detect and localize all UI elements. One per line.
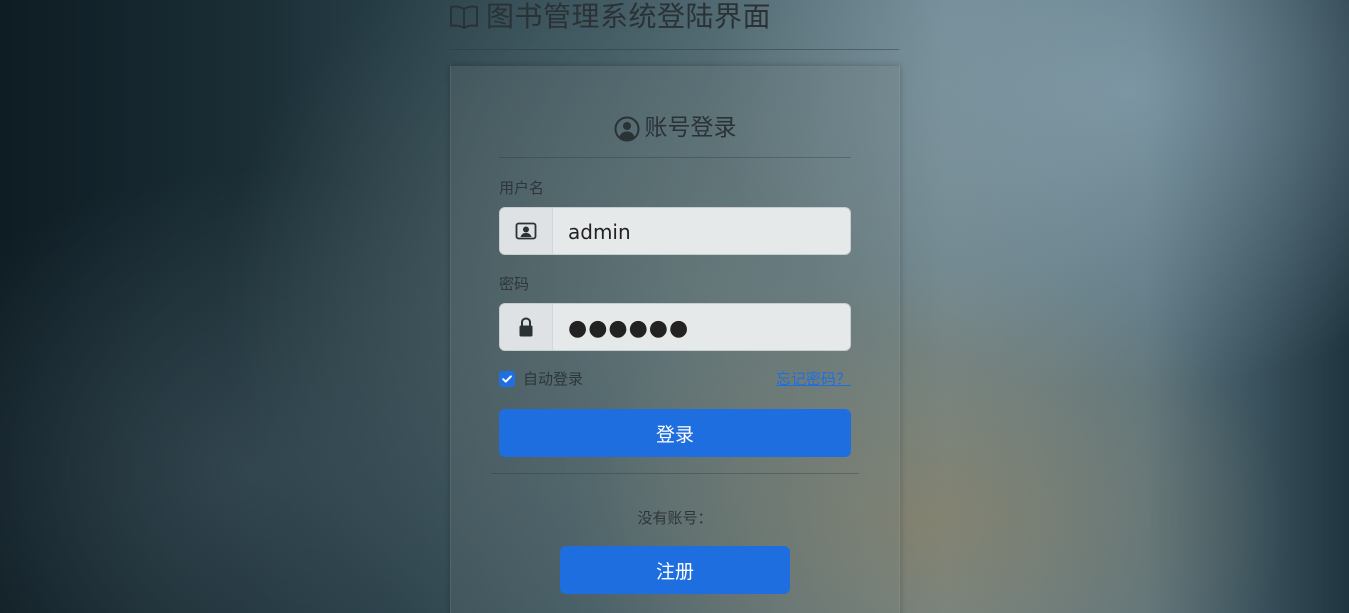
lock-icon xyxy=(519,317,533,337)
login-heading-text: 账号登录 xyxy=(644,115,737,141)
username-addon xyxy=(500,208,553,254)
password-input[interactable] xyxy=(553,304,850,350)
header: 图书管理系统登陆界面 xyxy=(449,0,899,50)
username-input-group xyxy=(499,207,851,255)
password-label: 密码 xyxy=(499,275,530,293)
password-input-group xyxy=(499,303,851,351)
no-account-text: 没有账号： xyxy=(637,509,713,527)
auto-login-label[interactable]: 自动登录 xyxy=(523,369,583,390)
login-heading: 账号登录 xyxy=(499,110,851,158)
divider xyxy=(491,473,859,474)
username-input[interactable] xyxy=(553,208,850,254)
register-button[interactable]: 注册 xyxy=(560,546,790,594)
auto-login-checkbox[interactable] xyxy=(499,371,515,387)
forgot-password-link[interactable]: 忘记密码？ xyxy=(776,369,851,390)
check-icon xyxy=(502,375,512,383)
page-title: 图书管理系统登陆界面 xyxy=(486,0,772,33)
id-card-icon xyxy=(515,222,537,240)
username-label: 用户名 xyxy=(499,179,545,197)
login-button[interactable]: 登录 xyxy=(499,409,851,457)
password-addon xyxy=(500,304,553,350)
remember-row: 自动登录 忘记密码？ xyxy=(499,369,851,391)
login-panel: 账号登录 用户名 密码 自动登录 忘记密码？ 登录 xyxy=(450,66,900,613)
book-icon xyxy=(450,5,478,29)
user-circle-icon xyxy=(614,116,639,142)
